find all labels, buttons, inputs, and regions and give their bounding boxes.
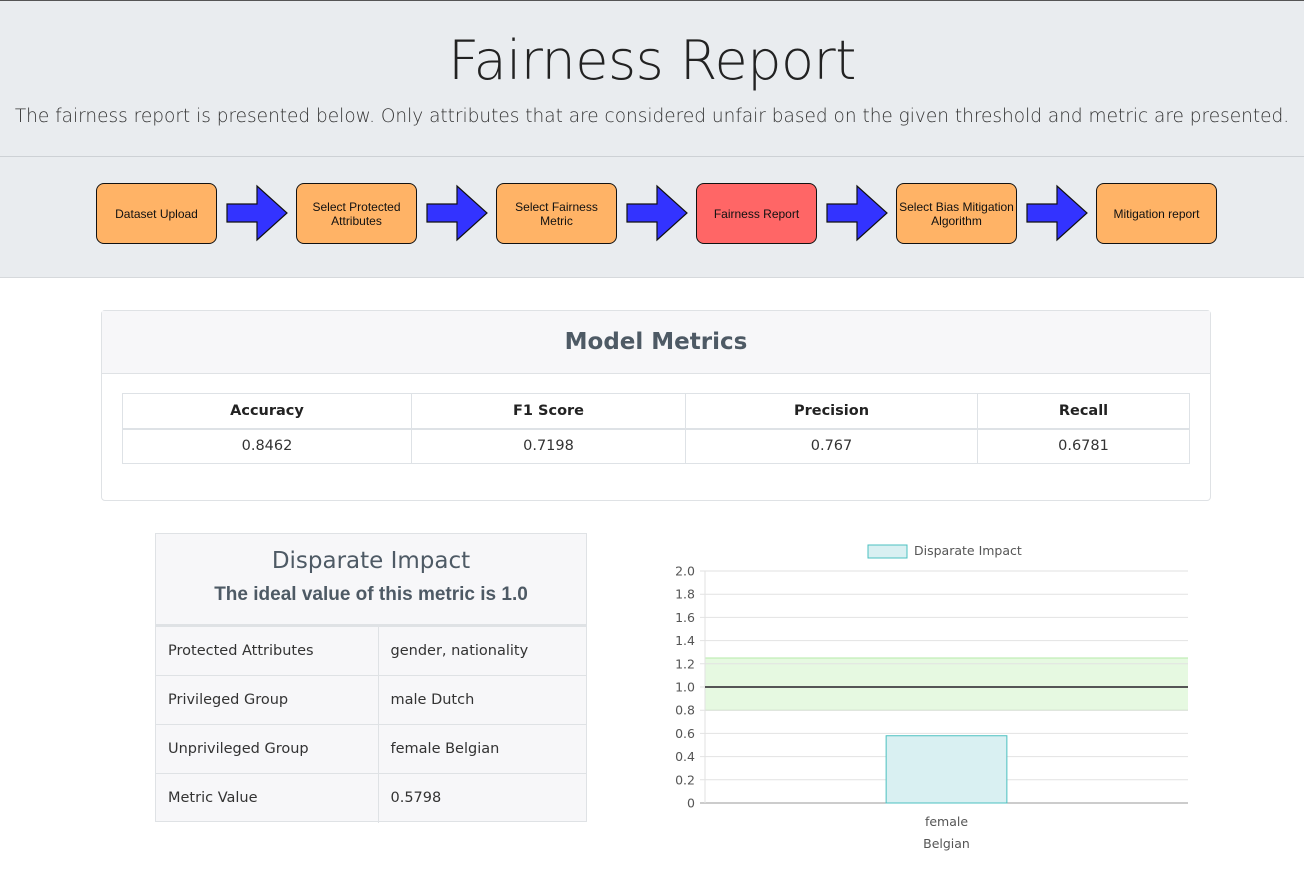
workflow-steps: Dataset Upload Select Protected Attribut…: [0, 156, 1304, 278]
model-metrics-table: Accuracy F1 Score Precision Recall 0.846…: [122, 393, 1190, 464]
row-label: Metric Value: [156, 773, 379, 823]
legend-label: Disparate Impact: [914, 543, 1022, 558]
disparate-impact-title: Disparate Impact: [271, 548, 471, 574]
fair-band: [705, 658, 1188, 711]
disparate-impact-chart: Disparate Impact 0 0.2 0.4 0.6 0.8 1.0 1.2 1.4 1.…: [650, 530, 1210, 860]
recall-value: 0.6781: [977, 428, 1190, 464]
arrow-right-icon: [1026, 184, 1088, 242]
f1-score-value: 0.7198: [411, 428, 686, 464]
step-mitigation-report[interactable]: Mitigation report: [1096, 183, 1217, 244]
y-tick-label: 1.2: [675, 656, 695, 671]
accuracy-value: 0.8462: [122, 428, 412, 464]
column-header: Recall: [977, 393, 1190, 430]
header-jumbotron: Fairness Report The fairness report is p…: [0, 0, 1304, 156]
legend-swatch: [867, 544, 908, 559]
step-select-protected-attributes[interactable]: Select Protected Attributes: [296, 183, 417, 244]
column-header: Precision: [685, 393, 978, 430]
y-tick-label: 1.0: [675, 680, 695, 695]
column-header: F1 Score: [411, 393, 686, 430]
table-header-row: Accuracy F1 Score Precision Recall: [122, 393, 1190, 430]
step-fairness-report[interactable]: Fairness Report: [696, 183, 817, 244]
disparate-impact-table: Protected Attributes gender, nationality…: [156, 626, 586, 823]
y-tick-label: 2.0: [675, 564, 695, 579]
x-tick-label: Belgian: [923, 836, 970, 851]
y-tick-label: 0.6: [675, 726, 695, 741]
bar-chart: Disparate Impact 0 0.2 0.4 0.6 0.8 1.0 1.2 1.4 1.…: [675, 543, 1188, 851]
disparate-impact-card: Disparate Impact The ideal value of this…: [155, 533, 587, 823]
x-tick-label: female: [925, 814, 968, 829]
arrow-right-icon: [826, 184, 888, 242]
y-tick-label: 0.4: [675, 749, 695, 764]
y-tick-label: 0.8: [675, 703, 695, 718]
row-value: 0.5798: [378, 773, 586, 823]
arrow-right-icon: [426, 184, 488, 242]
y-tick-label: 0.2: [675, 772, 695, 787]
model-metrics-title: Model Metrics: [102, 311, 1210, 374]
row-value: gender, nationality: [378, 626, 586, 676]
ideal-value-note: The ideal value of this metric is 1.0: [214, 584, 528, 605]
table-row: 0.8462 0.7198 0.767 0.6781: [122, 428, 1190, 464]
step-select-fairness-metric[interactable]: Select Fairness Metric: [496, 183, 617, 244]
precision-value: 0.767: [685, 428, 978, 464]
page-subtitle: The fairness report is presented below. …: [14, 106, 1290, 127]
column-header: Accuracy: [122, 393, 412, 430]
y-tick-label: 1.4: [675, 633, 695, 648]
table-row: Metric Value 0.5798: [156, 773, 586, 823]
step-dataset-upload[interactable]: Dataset Upload: [96, 183, 217, 244]
row-label: Unprivileged Group: [156, 724, 379, 774]
page-title: Fairness Report: [448, 29, 856, 92]
step-select-bias-mitigation-algorithm[interactable]: Select Bias Mitigation Algorithm: [896, 183, 1017, 244]
table-row: Protected Attributes gender, nationality: [156, 626, 586, 676]
y-tick-label: 1.6: [675, 610, 695, 625]
model-metrics-card: Model Metrics Accuracy F1 Score Precisio…: [101, 310, 1211, 501]
table-row: Unprivileged Group female Belgian: [156, 724, 586, 774]
table-row: Privileged Group male Dutch: [156, 675, 586, 725]
row-label: Protected Attributes: [156, 626, 379, 676]
disparate-impact-header: Disparate Impact The ideal value of this…: [156, 534, 586, 626]
arrow-right-icon: [226, 184, 288, 242]
row-value: female Belgian: [378, 724, 586, 774]
y-tick-label: 0: [687, 796, 695, 811]
bar: [885, 735, 1008, 804]
arrow-right-icon: [626, 184, 688, 242]
y-tick-label: 1.8: [675, 587, 695, 602]
row-value: male Dutch: [378, 675, 586, 725]
row-label: Privileged Group: [156, 675, 379, 725]
